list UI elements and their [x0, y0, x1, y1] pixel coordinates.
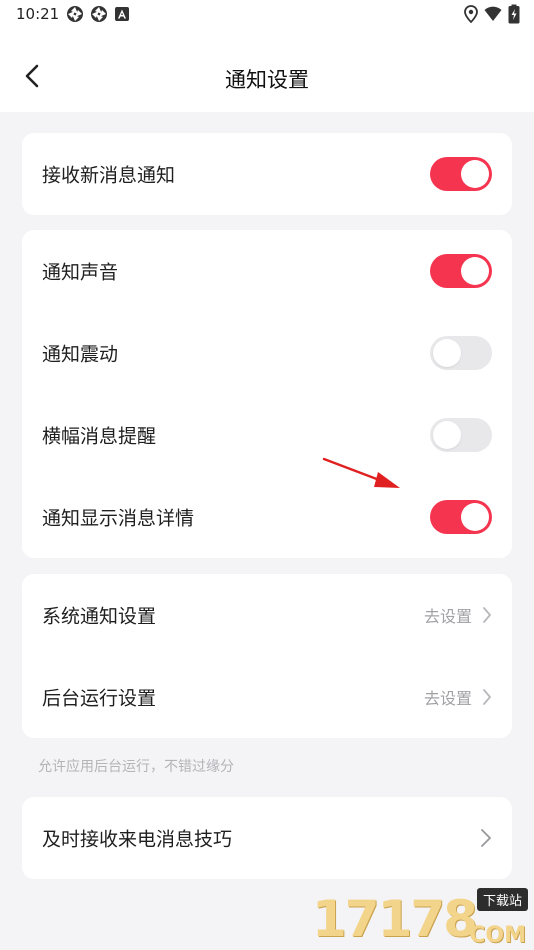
card-new-message: 接收新消息通知	[22, 133, 512, 215]
toggle-sound[interactable]	[430, 254, 492, 288]
status-time: 10:21	[16, 5, 60, 23]
row-tips[interactable]: 及时接收来电消息技巧	[22, 797, 512, 879]
row-label: 通知震动	[42, 343, 119, 366]
chevron-right-icon	[482, 688, 492, 706]
status-icons-right	[464, 4, 520, 24]
toggle-vibration[interactable]	[430, 336, 492, 370]
nav-bar: 通知设置	[0, 48, 534, 108]
row-label: 及时接收来电消息技巧	[42, 828, 233, 851]
go-settings-link[interactable]: 去设置	[424, 603, 492, 627]
row-banner: 横幅消息提醒	[22, 394, 512, 476]
aperture-icon	[90, 5, 108, 23]
chevron-right-icon	[480, 828, 492, 848]
chevron-right-icon	[482, 606, 492, 624]
battery-charging-icon	[508, 4, 520, 24]
row-new-message: 接收新消息通知	[22, 133, 512, 215]
row-background-running[interactable]: 后台运行设置 去设置	[22, 656, 512, 738]
location-icon	[464, 5, 478, 23]
toggle-knob	[433, 339, 461, 367]
top-area: 10:21 通知设置	[0, 0, 534, 112]
status-icons-left	[66, 5, 130, 23]
watermark-suffix: COM	[469, 923, 526, 948]
row-label: 通知声音	[42, 261, 119, 284]
row-label: 横幅消息提醒	[42, 425, 157, 448]
row-show-details: 通知显示消息详情	[22, 476, 512, 558]
page-title: 通知设置	[225, 68, 309, 92]
row-vibration: 通知震动	[22, 312, 512, 394]
card-tips: 及时接收来电消息技巧	[22, 797, 512, 879]
row-label: 系统通知设置	[42, 605, 157, 628]
row-label: 接收新消息通知	[42, 164, 176, 187]
toggle-knob	[461, 160, 489, 188]
watermark-numbers: 17178	[312, 890, 478, 948]
a-square-icon	[114, 5, 130, 23]
toggle-banner[interactable]	[430, 418, 492, 452]
row-label: 后台运行设置	[42, 687, 157, 710]
action-text: 去设置	[423, 607, 472, 626]
action-text: 去设置	[423, 689, 472, 708]
toggle-knob	[461, 503, 489, 531]
row-label: 通知显示消息详情	[42, 507, 195, 530]
watermark-badge: 下载站	[476, 888, 528, 911]
toggle-knob	[461, 257, 489, 285]
toggle-new-message[interactable]	[430, 157, 492, 191]
tips-link[interactable]	[480, 828, 492, 848]
toggle-knob	[433, 421, 461, 449]
row-sound: 通知声音	[22, 230, 512, 312]
watermark: 17178 下载站 COM	[304, 888, 534, 950]
wifi-icon	[484, 6, 502, 22]
row-system-notification[interactable]: 系统通知设置 去设置	[22, 574, 512, 656]
status-bar: 10:21	[0, 0, 534, 30]
toggle-show-details[interactable]	[430, 500, 492, 534]
hint-text: 允许应用后台运行，不错过缘分	[38, 759, 234, 775]
card-system: 系统通知设置 去设置 后台运行设置 去设置	[22, 574, 512, 738]
go-settings-link[interactable]: 去设置	[424, 685, 492, 709]
card-notification-options: 通知声音 通知震动 横幅消息提醒 通知显示消息详情	[22, 230, 512, 558]
aperture-icon	[66, 5, 84, 23]
annotation-arrow-icon	[322, 457, 400, 488]
